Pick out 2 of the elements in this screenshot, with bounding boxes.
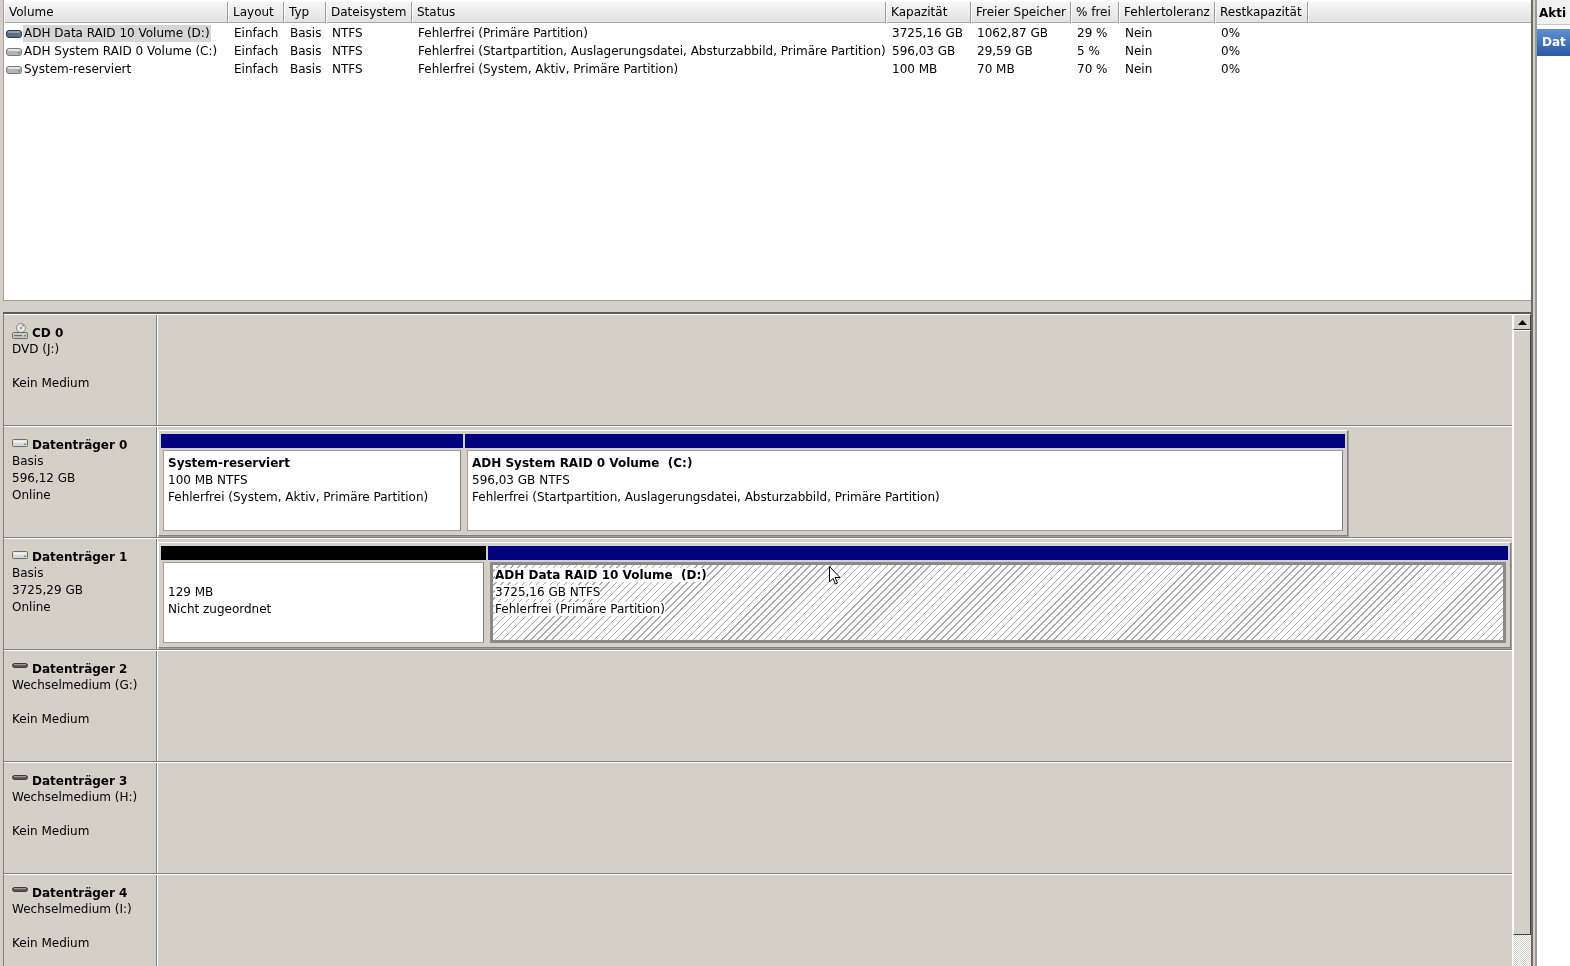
action-item[interactable]: Dat: [1537, 29, 1570, 56]
actions-pane-title: Akti: [1537, 0, 1570, 25]
